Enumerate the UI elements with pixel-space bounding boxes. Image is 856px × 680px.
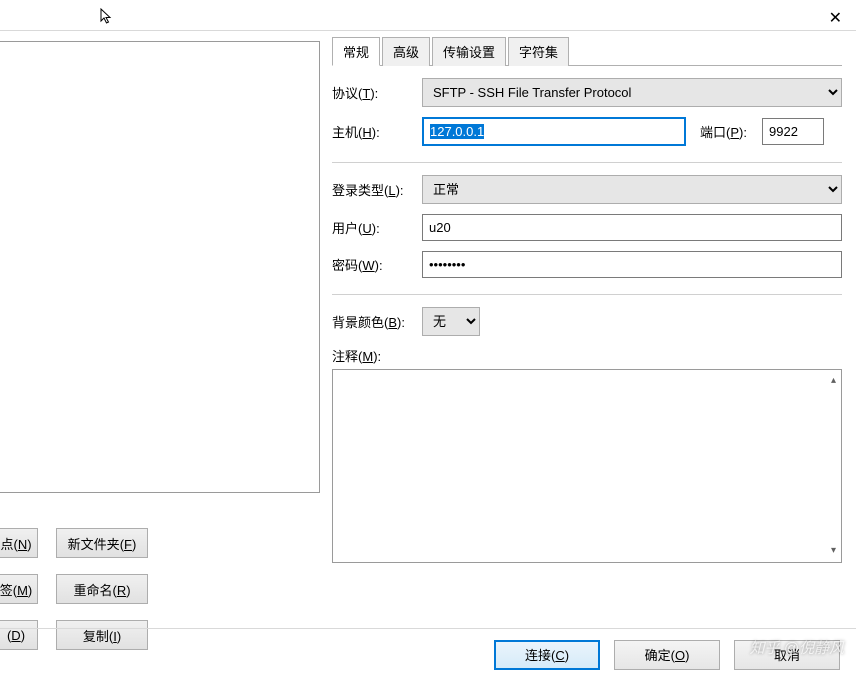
host-input[interactable] — [422, 117, 686, 146]
cursor-icon — [100, 8, 114, 26]
protocol-label: 协议(T): — [332, 83, 414, 102]
notes-textarea[interactable] — [332, 369, 842, 563]
new-bookmark-button[interactable]: 签(M) — [0, 574, 38, 604]
tab-charset[interactable]: 字符集 — [508, 37, 569, 66]
tab-general[interactable]: 常规 — [332, 37, 380, 66]
bgcolor-label: 背景颜色(B): — [332, 312, 414, 331]
logintype-label: 登录类型(L): — [332, 180, 414, 199]
connect-button[interactable]: 连接(C) — [494, 640, 600, 670]
user-input[interactable] — [422, 214, 842, 241]
user-label: 用户(U): — [332, 218, 414, 237]
tab-advanced[interactable]: 高级 — [382, 37, 430, 66]
site-list[interactable] — [0, 41, 320, 493]
protocol-select[interactable]: SFTP - SSH File Transfer Protocol — [422, 78, 842, 107]
password-input[interactable] — [422, 251, 842, 278]
rename-button[interactable]: 重命名(R) — [56, 574, 148, 604]
new-site-button[interactable]: 点(N) — [0, 528, 38, 558]
bgcolor-select[interactable]: 无 — [422, 307, 480, 336]
cancel-button[interactable]: 取消 — [734, 640, 840, 670]
port-input[interactable] — [762, 118, 824, 145]
tab-transfer[interactable]: 传输设置 — [432, 37, 506, 66]
host-label: 主机(H): — [332, 122, 414, 141]
ok-button[interactable]: 确定(O) — [614, 640, 720, 670]
new-folder-button[interactable]: 新文件夹(F) — [56, 528, 148, 558]
logintype-select[interactable]: 正常 — [422, 175, 842, 204]
settings-tabs: 常规 高级 传输设置 字符集 — [332, 37, 842, 66]
close-icon[interactable]: ✕ — [829, 8, 842, 28]
notes-label: 注释(M): — [332, 349, 381, 364]
password-label: 密码(W): — [332, 255, 414, 274]
port-label: 端口(P): — [700, 122, 754, 141]
